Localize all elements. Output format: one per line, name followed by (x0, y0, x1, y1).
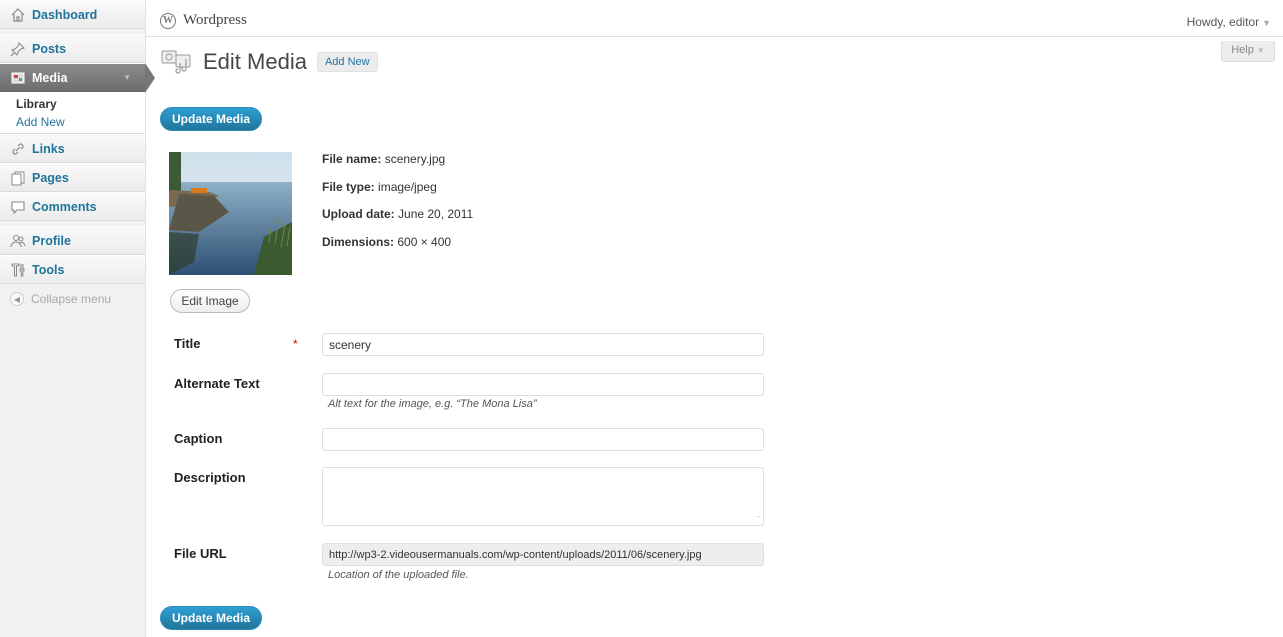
sidebar-item-profile[interactable]: Profile (0, 226, 145, 255)
sidebar-item-label: Posts (32, 41, 67, 56)
pages-icon (10, 170, 26, 186)
sidebar-item-label: Tools (32, 262, 65, 277)
file-url-label: File URL (174, 546, 227, 561)
user-menu[interactable]: Howdy, editor ▼ (1187, 15, 1271, 29)
page-title-row: Edit Media Add New (160, 45, 378, 79)
alt-text-field[interactable] (322, 373, 764, 396)
sidebar-item-label: Media (32, 70, 68, 85)
sidebar-item-label: Profile (32, 233, 71, 248)
media-icon (10, 70, 26, 86)
home-icon (10, 7, 26, 23)
upload-date-info: Upload date: June 20, 2011 (322, 207, 473, 221)
site-name-text: Wordpress (183, 12, 247, 28)
dimensions-info: Dimensions: 600 × 400 (322, 235, 451, 249)
file-type-value: image/jpeg (378, 180, 437, 194)
title-field[interactable]: scenery (322, 333, 764, 356)
active-menu-pointer (145, 63, 155, 93)
file-type-label: File type: (322, 180, 375, 194)
required-marker: * (293, 337, 298, 351)
file-url-field[interactable]: http://wp3-2.videousermanuals.com/wp-con… (322, 543, 764, 566)
sidebar-item-label: Dashboard (32, 7, 98, 22)
sidebar-item-label: Links (32, 141, 65, 156)
tools-icon (10, 262, 26, 278)
upload-date-value: June 20, 2011 (398, 207, 474, 221)
sidebar-item-label: Comments (32, 199, 97, 214)
update-media-button-bottom[interactable]: Update Media (160, 606, 263, 630)
howdy-text: Howdy, editor (1186, 15, 1260, 29)
sidebar-item-comments[interactable]: Comments (0, 192, 145, 221)
dimensions-value: 600 × 400 (397, 235, 452, 249)
site-name-link[interactable]: W Wordpress (160, 12, 247, 29)
resize-grip-icon[interactable]: .: (757, 508, 761, 522)
collapse-menu-button[interactable]: ◀ Collapse menu (0, 284, 145, 314)
file-type-info: File type: image/jpeg (322, 180, 437, 194)
update-media-button[interactable]: Update Media (160, 107, 263, 131)
sidebar-item-dashboard[interactable]: Dashboard (0, 0, 145, 29)
submenu-item-library[interactable]: Library (16, 95, 145, 113)
chevron-down-icon: ▼ (1256, 46, 1265, 55)
add-new-button[interactable]: Add New (316, 52, 378, 72)
alt-text-help: Alt text for the image, e.g. “The Mona L… (328, 398, 537, 410)
comment-bubble-icon (10, 199, 26, 215)
title-label: Title (174, 336, 201, 351)
help-tab[interactable]: Help ▼ (1221, 41, 1275, 62)
file-name-info: File name: scenery.jpg (322, 152, 445, 166)
caption-field[interactable] (322, 428, 764, 451)
description-label: Description (174, 470, 246, 485)
file-url-help: Location of the uploaded file. (328, 569, 469, 581)
chevron-down-icon: ▼ (1262, 18, 1271, 28)
sidebar-item-tools[interactable]: Tools (0, 255, 145, 284)
wordpress-logo-icon: W (160, 12, 176, 29)
collapse-menu-label: Collapse menu (31, 292, 112, 306)
description-textarea[interactable]: .: (322, 467, 764, 526)
dimensions-label: Dimensions: (322, 235, 395, 249)
sidebar-item-pages[interactable]: Pages (0, 163, 145, 192)
file-name-label: File name: (322, 152, 382, 166)
sidebar-item-links[interactable]: Links (0, 134, 145, 163)
sidebar-item-media[interactable]: Media ▼ (0, 63, 155, 93)
media-library-icon (160, 45, 194, 79)
help-label: Help (1231, 44, 1254, 56)
page-title: Edit Media (203, 49, 307, 74)
caption-label: Caption (174, 431, 223, 446)
upload-date-label: Upload date: (322, 207, 395, 221)
admin-header: W Wordpress Howdy, editor ▼ (146, 0, 1283, 37)
collapse-arrow-icon: ◀ (10, 292, 24, 306)
admin-sidebar: Dashboard Posts Media ▼ Library Add New … (0, 0, 155, 637)
edit-image-button[interactable]: Edit Image (170, 289, 250, 313)
link-icon (10, 141, 26, 157)
media-submenu: Library Add New (0, 92, 145, 134)
chevron-down-icon[interactable]: ▼ (123, 73, 131, 82)
alt-text-label: Alternate Text (174, 376, 260, 391)
sidebar-item-posts[interactable]: Posts (0, 34, 145, 63)
users-icon (10, 233, 26, 249)
file-name-value: scenery.jpg (384, 152, 446, 166)
media-thumbnail (169, 152, 292, 275)
sidebar-item-label: Pages (32, 170, 69, 185)
submenu-item-add-new[interactable]: Add New (16, 113, 145, 131)
pushpin-icon (10, 41, 26, 57)
